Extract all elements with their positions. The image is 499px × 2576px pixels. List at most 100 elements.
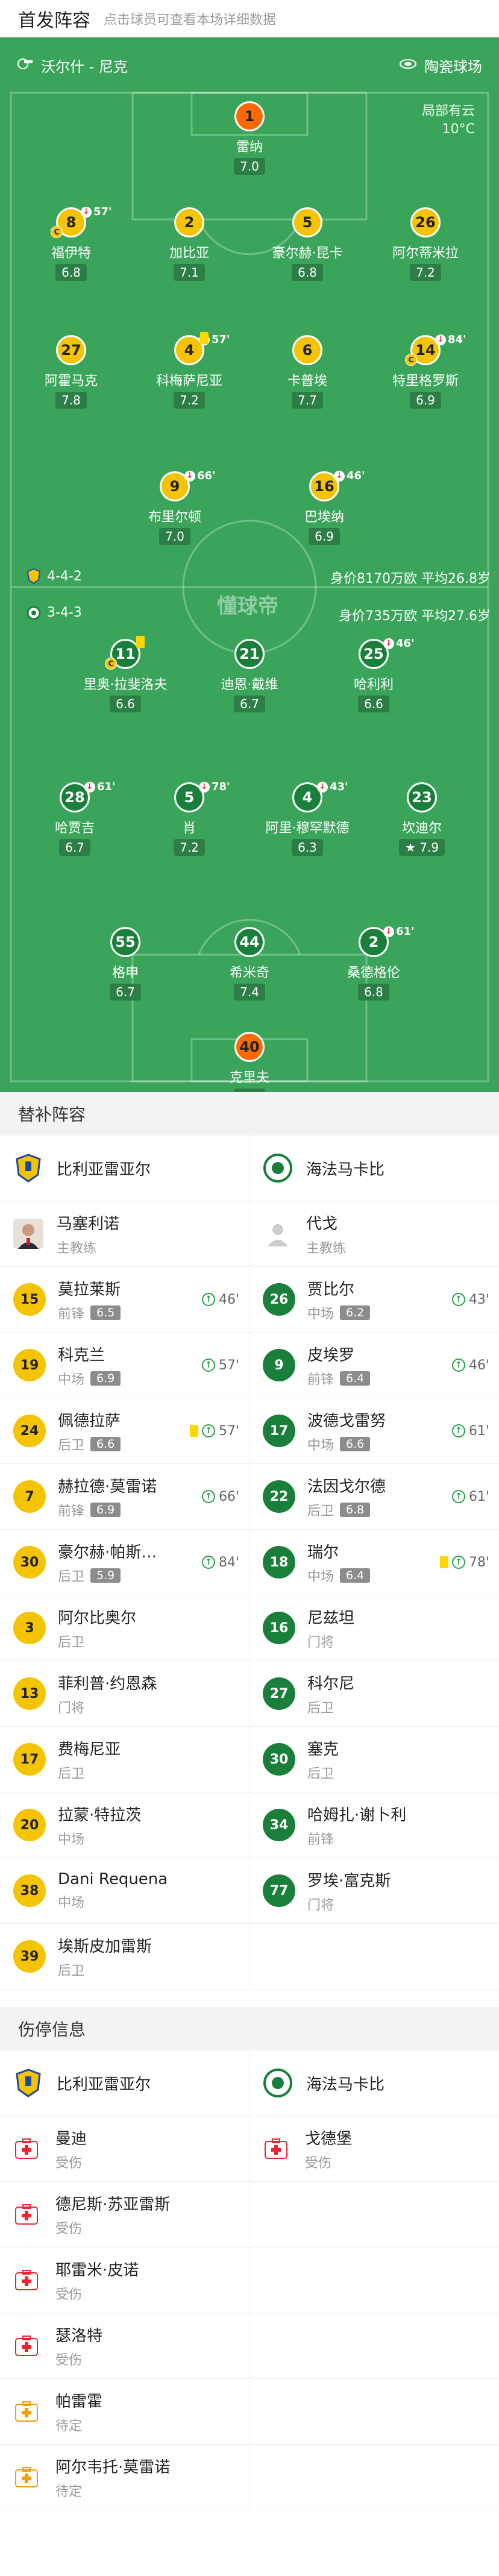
away-sub-player[interactable]: 17 波德戈雷努 中场 6.6 ↑ 61' xyxy=(250,1398,499,1463)
away-player[interactable]: 5 ↓ 78' 肖 7.2 xyxy=(141,781,237,856)
sub-player-name: 佩德拉萨 xyxy=(58,1412,121,1430)
page-subtitle: 点击球员可查看本场详细数据 xyxy=(104,13,277,28)
away-sub-player[interactable]: 18 瑞尔 中场 6.4 ↑ 78' xyxy=(250,1530,499,1595)
substitution-marker: ↓57' xyxy=(81,206,112,218)
home-player[interactable]: 16 ↓ 46' 巴埃纳 6.9 xyxy=(276,470,372,545)
home-crest-icon xyxy=(27,568,41,585)
player-rating: 7.2 xyxy=(174,392,205,409)
home-injured-player[interactable]: 耶雷米·皮诺 受伤 xyxy=(0,2248,250,2313)
home-player[interactable]: 27 阿霍马克 7.8 xyxy=(23,335,119,409)
away-player[interactable]: 25 ↓ 46' 哈利利 6.6 xyxy=(325,637,422,712)
home-sub-player[interactable]: 20 拉蒙·特拉茨 中场 xyxy=(0,1792,250,1858)
away-sub-player[interactable]: 9 皮埃罗 前锋 6.4 ↑ 46' xyxy=(250,1333,499,1398)
home-player[interactable]: 9 ↓ 66' 布里尔顿 7.0 xyxy=(127,470,223,545)
position-label: 前锋 xyxy=(307,1372,334,1387)
home-injured-player[interactable]: 瑟洛特 受伤 xyxy=(0,2313,250,2378)
away-sub-player[interactable] xyxy=(250,1924,499,1989)
sub-time-info: ↑ 78' xyxy=(439,1555,489,1570)
sub-in-icon: ↑ xyxy=(451,1293,465,1306)
home-player[interactable]: 2 加比亚 7.1 xyxy=(141,207,237,281)
subs-home-team[interactable]: 比利亚雷亚尔 xyxy=(0,1136,250,1201)
position-label: 后卫 xyxy=(307,1503,334,1519)
sub-rating: 6.4 xyxy=(340,1568,371,1583)
injuries-home-team[interactable]: 比利亚雷亚尔 xyxy=(0,2050,250,2116)
player-name: 卡普埃 xyxy=(287,374,327,389)
away-sub-player[interactable]: 16 尼兹坦 门将 xyxy=(250,1595,499,1660)
home-sub-player[interactable]: 13 菲利普·约恩森 门将 xyxy=(0,1661,250,1726)
home-sub-player[interactable]: 19 科克兰 中场 6.9 ↑ 57' xyxy=(0,1333,250,1398)
away-player[interactable]: 23 坎迪尔 ★ 7.9 xyxy=(374,782,470,856)
home-sub-player[interactable]: 7 赫拉德·莫雷诺 前锋 6.9 ↑ 66' xyxy=(0,1464,250,1529)
away-injured-player[interactable] xyxy=(250,2182,499,2247)
away-sub-player[interactable]: 26 贾比尔 中场 6.2 ↑ 43' xyxy=(250,1267,499,1332)
shirt-number-badge: 24 xyxy=(13,1415,46,1447)
away-player[interactable]: 55 格申 6.7 xyxy=(77,927,174,1001)
sub-time: 43' xyxy=(330,781,348,793)
away-sub-player[interactable]: 22 法因戈尔德 后卫 6.8 ↑ 61' xyxy=(250,1464,499,1529)
shirt-number-badge: 15 xyxy=(13,1283,46,1316)
away-player[interactable]: 11 C 里奥·拉斐洛夫 6.6 xyxy=(77,636,174,712)
player-name: 迪恩·戴维 xyxy=(221,677,278,693)
home-sub-player[interactable]: 15 莫拉莱斯 前锋 6.5 ↑ 46' xyxy=(0,1267,250,1332)
sub-player-position: 前锋 6.4 xyxy=(307,1369,371,1388)
sub-row: 7 赫拉德·莫雷诺 前锋 6.9 ↑ 66' 22 法因戈尔德 后卫 6.8 ↑ 61' xyxy=(0,1464,499,1530)
injury-status: 受伤 xyxy=(305,2155,332,2171)
away-player[interactable]: 44 希米奇 7.4 xyxy=(201,927,298,1001)
home-player[interactable]: 26 阿尔蒂米拉 7.2 xyxy=(377,207,474,281)
sub-player-name: 豪尔赫·帕斯… xyxy=(58,1543,157,1562)
home-sub-player[interactable]: 38 Dani Requena 中场 xyxy=(0,1858,250,1923)
away-player[interactable]: 28 ↓ 61' 哈贾吉 6.7 xyxy=(27,781,123,856)
injuries-away-team[interactable]: 海法马卡比 xyxy=(250,2050,499,2116)
subs-away-team[interactable]: 海法马卡比 xyxy=(250,1136,499,1201)
home-player[interactable]: 8 ↓ 57' C 福伊特 6.8 xyxy=(23,206,119,281)
player-rating: 6.7 xyxy=(234,696,265,712)
home-player[interactable]: 6 卡普埃 7.7 xyxy=(259,335,356,409)
away-injured-player[interactable] xyxy=(250,2379,499,2444)
home-injured-player[interactable]: 阿尔韦托·莫雷诺 待定 xyxy=(0,2445,250,2510)
stadium-bar: 沃尔什 - 尼克 陶瓷球场 xyxy=(0,37,499,93)
sub-player-name: Dani Requena xyxy=(58,1870,168,1888)
position-label: 前锋 xyxy=(58,1503,85,1519)
away-player[interactable]: 40克里夫7.6 xyxy=(201,1032,298,1092)
away-sub-player[interactable]: 34 哈姆扎·谢卜利 前锋 xyxy=(250,1792,499,1858)
away-player[interactable]: 21 迪恩·戴维 6.7 xyxy=(201,639,298,712)
away-formation-label: 3-4-3 xyxy=(47,605,82,620)
home-sub-player[interactable]: 30 豪尔赫·帕斯… 后卫 5.9 ↑ 84' xyxy=(0,1530,250,1595)
home-sub-player[interactable]: 24 佩德拉萨 后卫 6.6 ↑ 57' xyxy=(0,1398,250,1463)
away-sub-player[interactable]: 30 塞克 后卫 xyxy=(250,1727,499,1792)
sub-player-position: 后卫 xyxy=(58,1632,136,1651)
injuries-section: 伤停信息 比利亚雷亚尔 海法马卡比 曼迪 受伤 戈德堡 受伤德尼斯·苏亚雷斯 受伤耶雷米… xyxy=(0,2007,499,2510)
sub-player-name: 罗埃·富克斯 xyxy=(307,1871,391,1890)
sub-time-info: ↑ 66' xyxy=(201,1489,239,1504)
home-sub-player[interactable]: 3 阿尔比奥尔 后卫 xyxy=(0,1595,250,1660)
away-player[interactable]: 4 ↓ 43' 阿里·穆罕默德 6.3 xyxy=(259,781,356,856)
home-player[interactable]: 1 雷纳 7.0 xyxy=(201,101,298,175)
sub-player-name: 科尔尼 xyxy=(307,1674,355,1693)
home-sub-player[interactable]: 17 费梅尼亚 后卫 xyxy=(0,1727,250,1792)
home-injured-player[interactable]: 德尼斯·苏亚雷斯 受伤 xyxy=(0,2182,250,2247)
away-injured-player[interactable] xyxy=(250,2313,499,2378)
away-coach[interactable]: 代戈 主教练 xyxy=(250,1201,499,1266)
sub-player-position: 中场 6.6 xyxy=(307,1434,386,1454)
home-injured-player[interactable]: 曼迪 受伤 xyxy=(0,2116,250,2181)
home-player[interactable]: 14 ↓ 84' C 特里格罗斯 6.9 xyxy=(377,333,474,409)
home-player[interactable]: 4↓57' 科梅萨尼亚 7.2 xyxy=(141,332,237,409)
sub-info: 塞克 后卫 xyxy=(307,1737,339,1782)
injury-info: 德尼斯·苏亚雷斯 受伤 xyxy=(55,2192,170,2237)
sub-info: 哈姆扎·谢卜利 前锋 xyxy=(307,1803,406,1848)
away-injured-player[interactable] xyxy=(250,2445,499,2510)
injuries-title: 伤停信息 xyxy=(0,2007,499,2050)
away-sub-player[interactable]: 77 罗埃·富克斯 门将 xyxy=(250,1858,499,1923)
home-coach[interactable]: 马塞利诺 主教练 xyxy=(0,1201,250,1266)
position-label: 前锋 xyxy=(307,1832,334,1847)
away-coach-role: 主教练 xyxy=(306,1240,347,1256)
home-player[interactable]: 5 豪尔赫·昆卡 6.8 xyxy=(259,207,356,281)
home-injured-player[interactable]: 帕雷霍 待定 xyxy=(0,2379,250,2444)
away-injured-player[interactable]: 戈德堡 受伤 xyxy=(250,2116,499,2181)
home-sub-player[interactable]: 39 埃斯皮加雷斯 后卫 xyxy=(0,1924,250,1989)
away-sub-player[interactable]: 27 科尔尼 后卫 xyxy=(250,1661,499,1726)
away-player[interactable]: 2 ↓ 61' 桑德格伦 6.8 xyxy=(325,925,422,1001)
away-injured-player[interactable] xyxy=(250,2248,499,2313)
shirt-number-badge: 38 xyxy=(13,1874,46,1907)
shirt-number: 16 ↓ 46' xyxy=(309,470,365,501)
